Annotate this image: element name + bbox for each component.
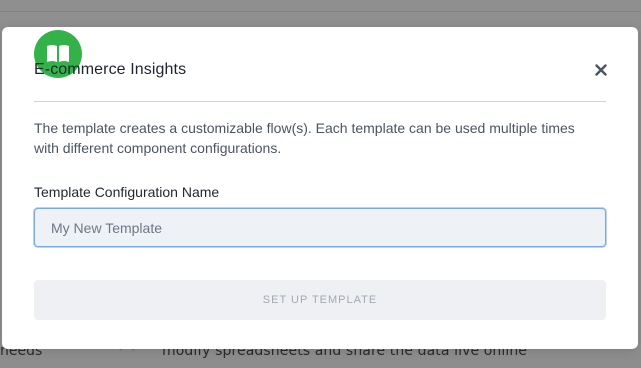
template-name-label: Template Configuration Name — [34, 184, 220, 200]
backdrop-icon — [116, 346, 138, 368]
template-modal: E-commerce Insights The template creates… — [2, 27, 638, 349]
setup-template-button[interactable]: SET UP TEMPLATE — [34, 280, 606, 320]
template-name-input[interactable] — [34, 208, 606, 247]
modal-title: E-commerce Insights — [34, 61, 187, 78]
close-button[interactable] — [592, 61, 610, 79]
modal-description: The template creates a customizable flow… — [34, 120, 575, 156]
close-icon[interactable] — [595, 64, 607, 76]
backdrop-divider — [0, 11, 641, 12]
header-divider — [34, 101, 606, 102]
